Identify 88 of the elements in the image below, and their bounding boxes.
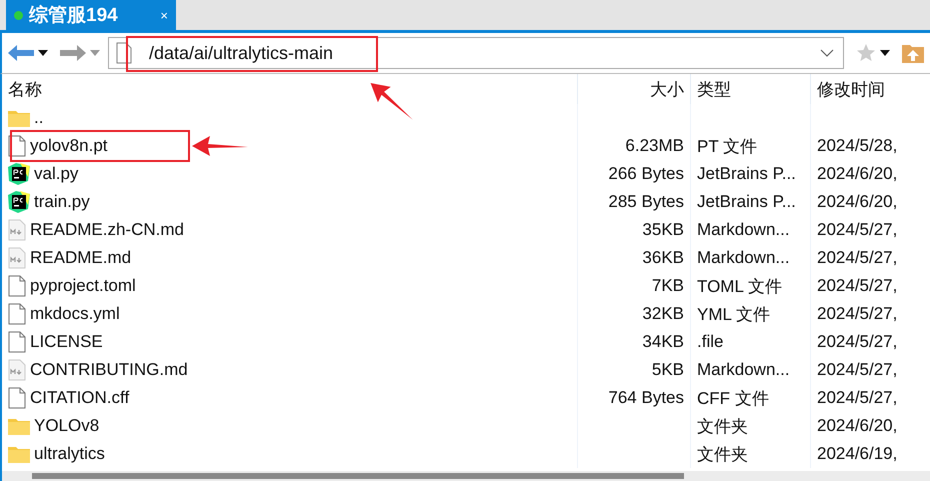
- column-header[interactable]: 名称: [2, 74, 577, 104]
- scrollbar-thumb[interactable]: [32, 473, 684, 479]
- column-header[interactable]: 类型: [690, 74, 810, 104]
- column-header[interactable]: 大小: [577, 74, 690, 104]
- modified-date: 2024/5/27,: [817, 304, 898, 324]
- file-name: YOLOv8: [34, 416, 100, 436]
- file-size: 7KB: [652, 276, 684, 296]
- file-size: 35KB: [642, 220, 684, 240]
- horizontal-scrollbar[interactable]: [2, 471, 930, 481]
- file-row[interactable]: train.py 285 Bytes JetBrains P... 2024/6/20,: [2, 188, 930, 216]
- file-row[interactable]: mkdocs.yml 32KB YML 文件 2024/5/27,: [2, 300, 930, 328]
- file-type: TOML 文件: [697, 276, 782, 298]
- modified-date: 2024/6/20,: [817, 416, 898, 436]
- file-icon: [8, 275, 26, 297]
- pycharm-icon: [8, 191, 30, 213]
- file-name: mkdocs.yml: [30, 304, 120, 324]
- file-row[interactable]: CONTRIBUTING.md 5KB Markdown... 2024/5/27,: [2, 356, 930, 384]
- file-size: 32KB: [642, 304, 684, 324]
- modified-date: 2024/6/19,: [817, 444, 898, 464]
- session-tab[interactable]: 综管服194 ×: [6, 0, 176, 30]
- modified-date: 2024/5/27,: [817, 276, 898, 296]
- folder-icon: [8, 109, 30, 127]
- file-row[interactable]: pyproject.toml 7KB TOML 文件 2024/5/27,: [2, 272, 930, 300]
- address-field[interactable]: /data/ai/ultralytics-main: [108, 37, 844, 69]
- file-name: CONTRIBUTING.md: [30, 360, 188, 380]
- modified-date: 2024/5/27,: [817, 248, 898, 268]
- file-size: 266 Bytes: [608, 164, 684, 184]
- modified-date: 2024/5/27,: [817, 388, 898, 408]
- file-name: README.zh-CN.md: [30, 220, 184, 240]
- file-type: Markdown...: [697, 360, 790, 380]
- file-type: JetBrains P...: [697, 164, 796, 184]
- file-row[interactable]: ultralytics 文件夹 2024/6/19,: [2, 440, 930, 468]
- chevron-down-icon[interactable]: [820, 49, 834, 57]
- file-size: 764 Bytes: [608, 388, 684, 408]
- pycharm-icon: [8, 163, 30, 185]
- file-row[interactable]: ..: [2, 104, 930, 132]
- file-type: Markdown...: [697, 220, 790, 240]
- file-icon: [8, 387, 26, 409]
- file-size: 5KB: [652, 360, 684, 380]
- modified-date: 2024/5/27,: [817, 332, 898, 352]
- folder-icon: [8, 445, 30, 463]
- file-type: CFF 文件: [697, 388, 769, 410]
- file-type: YML 文件: [697, 304, 770, 326]
- file-name: README.md: [30, 248, 132, 268]
- file-size: 34KB: [642, 332, 684, 352]
- file-row[interactable]: LICENSE 34KB .file 2024/5/27,: [2, 328, 930, 356]
- tab-title: 综管服194: [29, 4, 119, 28]
- markdown-file-icon: [8, 359, 26, 381]
- file-size: 6.23MB: [625, 136, 684, 156]
- file-name: pyproject.toml: [30, 276, 136, 296]
- file-type: Markdown...: [697, 248, 790, 268]
- file-row[interactable]: README.zh-CN.md 35KB Markdown... 2024/5/27,: [2, 216, 930, 244]
- caret-icon[interactable]: [880, 50, 890, 56]
- file-type: 文件夹: [697, 416, 748, 438]
- forward-icon[interactable]: [60, 44, 86, 62]
- column-header[interactable]: 修改时间: [810, 74, 930, 104]
- file-name: ultralytics: [34, 444, 105, 464]
- file-row[interactable]: val.py 266 Bytes JetBrains P... 2024/6/20,: [2, 160, 930, 188]
- file-icon: [8, 331, 26, 353]
- modified-date: 2024/5/28,: [817, 136, 898, 156]
- file-type: 文件夹: [697, 444, 748, 466]
- file-row[interactable]: CITATION.cff 764 Bytes CFF 文件 2024/5/27,: [2, 384, 930, 412]
- star-icon[interactable]: [856, 43, 876, 63]
- markdown-file-icon: [8, 247, 26, 269]
- file-size: 285 Bytes: [608, 192, 684, 212]
- markdown-file-icon: [8, 219, 26, 241]
- file-name: CITATION.cff: [30, 388, 130, 408]
- modified-date: 2024/6/20,: [817, 164, 898, 184]
- file-size: 36KB: [642, 248, 684, 268]
- file-type: .file: [697, 332, 724, 352]
- close-button[interactable]: ×: [160, 8, 168, 22]
- file-type: PT 文件: [697, 136, 758, 158]
- file-name: LICENSE: [30, 332, 103, 352]
- file-name: val.py: [34, 164, 78, 184]
- file-name: train.py: [34, 192, 90, 212]
- file-row[interactable]: YOLOv8 文件夹 2024/6/20,: [2, 412, 930, 440]
- file-name: ..: [34, 108, 44, 128]
- file-row[interactable]: README.md 36KB Markdown... 2024/5/27,: [2, 244, 930, 272]
- modified-date: 2024/6/20,: [817, 192, 898, 212]
- folder-up-icon[interactable]: [902, 43, 924, 63]
- folder-icon: [8, 417, 30, 435]
- file-name: yolov8n.pt: [30, 136, 108, 156]
- caret-icon[interactable]: [38, 50, 48, 56]
- modified-date: 2024/5/27,: [817, 360, 898, 380]
- file-row[interactable]: yolov8n.pt 6.23MB PT 文件 2024/5/28,: [2, 132, 930, 160]
- modified-date: 2024/5/27,: [817, 220, 898, 240]
- file-type: JetBrains P...: [697, 192, 796, 212]
- file-icon: [8, 303, 26, 325]
